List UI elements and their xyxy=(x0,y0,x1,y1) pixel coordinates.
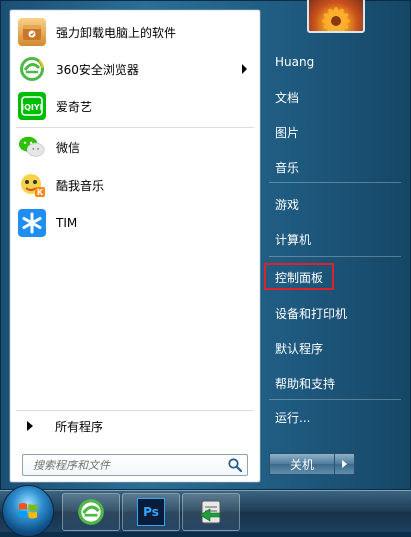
program-item-kuwo-music[interactable]: K 酷我音乐 xyxy=(13,167,257,203)
shutdown-label: 关机 xyxy=(289,457,314,472)
program-item-uninstaller[interactable]: 强力卸载电脑上的软件 xyxy=(13,14,257,50)
right-item-pictures[interactable]: 图片 xyxy=(269,120,401,144)
arrow-right-icon xyxy=(342,460,347,468)
ftp-icon xyxy=(199,500,221,524)
separator xyxy=(269,399,401,400)
360-browser-icon xyxy=(78,499,104,525)
separator xyxy=(16,127,254,128)
right-item-run[interactable]: 运行... xyxy=(269,405,401,429)
taskbar-photoshop[interactable]: Ps xyxy=(122,493,180,531)
expand-arrow-icon xyxy=(27,421,33,431)
right-item-label: Huang xyxy=(275,55,315,69)
taskbar: Ps xyxy=(0,485,411,537)
program-label: 酷我音乐 xyxy=(56,178,105,193)
right-item-label: 图片 xyxy=(275,125,300,140)
wechat-icon xyxy=(18,133,46,161)
right-item-user[interactable]: Huang xyxy=(269,50,401,74)
photoshop-icon: Ps xyxy=(137,498,165,526)
program-item-iqiyi[interactable]: iQIYI 爱奇艺 xyxy=(13,88,257,124)
programs-panel: 强力卸载电脑上的软件 360安全浏览器 iQIYI 爱奇艺 微信 K 酷我音乐 … xyxy=(9,9,261,483)
uninstall-box-icon xyxy=(18,18,46,46)
svg-text:iQIYI: iQIYI xyxy=(21,103,42,112)
start-button[interactable] xyxy=(2,485,54,537)
flower-picture-icon xyxy=(322,7,350,31)
iqiyi-icon: iQIYI xyxy=(18,92,46,120)
search-box[interactable] xyxy=(22,454,248,476)
windows-logo-icon xyxy=(19,503,37,519)
highlight-box xyxy=(264,263,334,290)
search-input[interactable] xyxy=(31,457,227,473)
right-item-label: 文档 xyxy=(275,90,300,105)
kuwo-music-icon: K xyxy=(18,171,46,199)
program-item-tim[interactable]: TIM xyxy=(13,205,257,241)
shutdown-button[interactable]: 关机 xyxy=(269,453,335,475)
program-label: TIM xyxy=(56,216,78,230)
right-item-label: 运行... xyxy=(275,410,311,425)
right-item-computer[interactable]: 计算机 xyxy=(269,227,401,251)
search-icon[interactable] xyxy=(227,457,243,473)
right-item-default-programs[interactable]: 默认程序 xyxy=(269,336,401,360)
right-item-games[interactable]: 游戏 xyxy=(269,192,401,216)
right-item-label: 设备和打印机 xyxy=(275,306,348,321)
all-programs-label: 所有程序 xyxy=(55,419,104,434)
program-label: 爱奇艺 xyxy=(56,99,93,114)
right-item-label: 音乐 xyxy=(275,160,300,175)
right-item-label: 默认程序 xyxy=(275,341,324,356)
right-item-label: 计算机 xyxy=(275,232,312,247)
shutdown-options-button[interactable] xyxy=(335,453,355,475)
360-browser-icon xyxy=(18,55,46,83)
right-item-music[interactable]: 音乐 xyxy=(269,155,401,179)
separator xyxy=(16,410,254,411)
program-label: 360安全浏览器 xyxy=(56,62,139,77)
right-item-help-support[interactable]: 帮助和支持 xyxy=(269,371,401,395)
program-item-wechat[interactable]: 微信 xyxy=(13,129,257,165)
separator xyxy=(269,256,401,257)
all-programs-item[interactable]: 所有程序 xyxy=(13,416,257,436)
taskbar-ftp[interactable] xyxy=(182,493,240,531)
photoshop-label: Ps xyxy=(143,505,159,519)
right-item-documents[interactable]: 文档 xyxy=(269,85,401,109)
svg-text:K: K xyxy=(37,188,44,197)
right-item-label: 游戏 xyxy=(275,197,300,212)
taskbar-360-browser[interactable] xyxy=(62,493,120,531)
tim-icon xyxy=(18,209,46,237)
start-menu: 强力卸载电脑上的软件 360安全浏览器 iQIYI 爱奇艺 微信 K 酷我音乐 … xyxy=(0,0,411,490)
program-item-360-browser[interactable]: 360安全浏览器 xyxy=(13,51,257,87)
separator xyxy=(269,182,401,183)
right-item-label: 帮助和支持 xyxy=(275,376,336,391)
submenu-arrow-icon[interactable] xyxy=(242,64,247,74)
user-avatar[interactable] xyxy=(307,0,365,33)
program-label: 微信 xyxy=(56,140,81,155)
shutdown-group: 关机 xyxy=(269,453,357,475)
right-item-devices-printers[interactable]: 设备和打印机 xyxy=(269,301,401,325)
program-label: 强力卸载电脑上的软件 xyxy=(56,25,177,40)
